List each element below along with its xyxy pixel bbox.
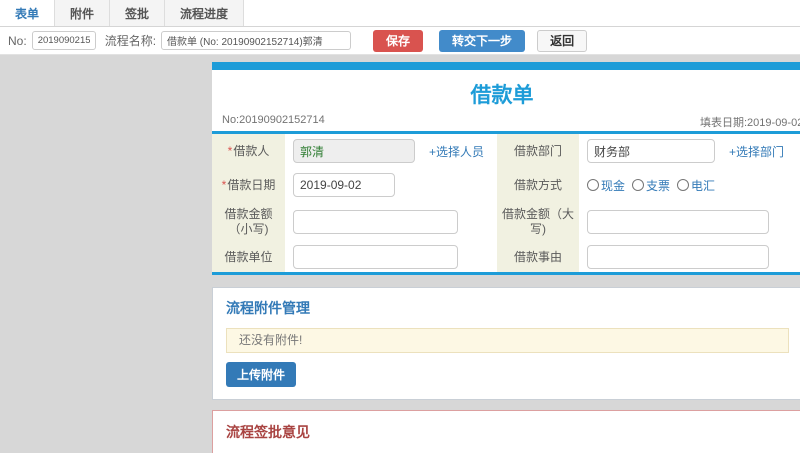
method-option-wire[interactable]: 电汇	[677, 177, 715, 194]
loan-method-radio-group: 现金 支票 电汇	[587, 177, 715, 194]
department-input[interactable]	[587, 139, 715, 163]
tab-progress[interactable]: 流程进度	[165, 0, 245, 26]
forward-next-step-button[interactable]: 转交下一步	[439, 29, 526, 52]
app-window: 表单 附件 签批 流程进度 No: 流程名称: 保存 转交下一步 返回 借款单 …	[0, 0, 800, 453]
tab-approval[interactable]: 签批	[110, 0, 166, 26]
no-label: No:	[8, 33, 27, 48]
amount-big-label: 借款金额（大写)	[497, 202, 579, 242]
toolbar: No: 流程名称: 保存 转交下一步 返回	[0, 27, 800, 55]
loan-unit-input[interactable]	[293, 245, 458, 269]
form-date-text: 填表日期:2019-09-02 15:27:1	[700, 117, 800, 129]
required-mark: *	[227, 143, 233, 158]
method-option-cash[interactable]: 现金	[587, 177, 625, 194]
amount-big-input[interactable]	[587, 210, 769, 234]
form-table: * 借款人 +选择人员 借款部门 +选择部门	[212, 134, 800, 272]
cash-radio[interactable]	[587, 179, 599, 191]
approval-panel: 流程签批意见 B I abc	[212, 410, 800, 453]
department-label: 借款部门	[497, 134, 579, 168]
borrower-label: * 借款人	[212, 134, 285, 168]
loan-reason-label: 借款事由	[497, 242, 579, 272]
no-input[interactable]	[31, 31, 96, 50]
amount-small-input[interactable]	[293, 210, 458, 234]
upload-attachment-button[interactable]: 上传附件	[226, 362, 297, 387]
loan-date-label: * 借款日期	[212, 168, 285, 202]
required-mark: *	[221, 177, 227, 192]
process-name-input[interactable]	[161, 31, 352, 50]
attachment-heading: 流程附件管理	[226, 300, 310, 316]
loan-form-panel: 借款单 No:20190902152714 填表日期:2019-09-02 15…	[212, 62, 800, 275]
back-button[interactable]: 返回	[537, 29, 588, 52]
tab-form[interactable]: 表单	[0, 0, 56, 26]
content-area: 借款单 No:20190902152714 填表日期:2019-09-02 15…	[0, 55, 800, 453]
loan-reason-input[interactable]	[587, 245, 769, 269]
loan-date-input[interactable]	[293, 173, 395, 197]
process-name-label: 流程名称:	[104, 34, 157, 48]
approval-heading: 流程签批意见	[226, 424, 310, 440]
tab-attachments[interactable]: 附件	[55, 0, 111, 26]
select-person-link[interactable]: +选择人员	[429, 143, 484, 160]
method-option-cheque[interactable]: 支票	[632, 177, 670, 194]
cheque-radio[interactable]	[632, 179, 645, 191]
loan-method-label: 借款方式	[497, 168, 579, 202]
loan-unit-label: 借款单位	[212, 242, 285, 272]
save-button[interactable]: 保存	[373, 29, 424, 52]
attachment-panel: 流程附件管理 还没有附件! 上传附件	[212, 287, 800, 400]
borrower-input[interactable]	[293, 139, 415, 163]
no-attachment-message: 还没有附件!	[226, 328, 789, 353]
form-no-text: No:20190902152714	[222, 114, 325, 126]
select-department-link[interactable]: +选择部门	[729, 143, 784, 160]
amount-small-label: 借款金额（小写)	[212, 202, 285, 242]
form-title: 借款单	[470, 84, 534, 107]
tab-bar: 表单 附件 签批 流程进度	[0, 0, 800, 27]
wire-radio[interactable]	[677, 179, 690, 191]
form-top-accent-bar	[212, 62, 800, 70]
form-meta-row: No:20190902152714 填表日期:2019-09-02 15:27:…	[212, 112, 800, 134]
